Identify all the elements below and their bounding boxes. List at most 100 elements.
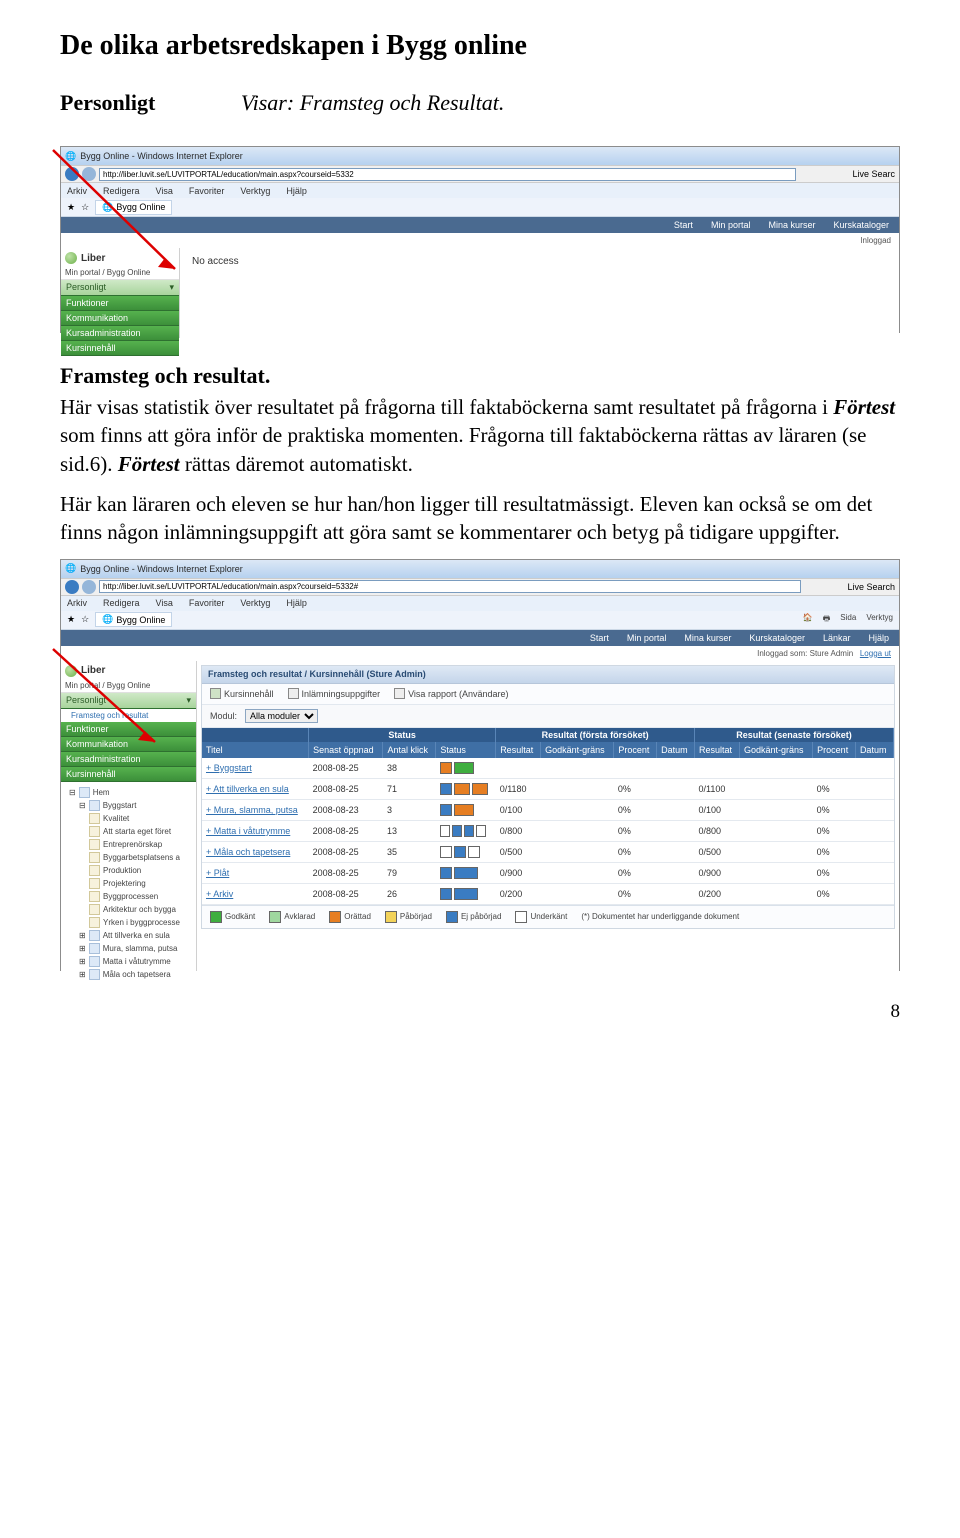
col-procent2[interactable]: Procent [813,742,856,758]
cell[interactable]: + Matta i våtutrymme [202,820,309,841]
cell [614,758,657,779]
cell [739,758,812,779]
menu-favoriter[interactable]: Favoriter [189,598,225,608]
star-icon[interactable]: ★ [67,614,75,625]
menu-favoriter[interactable]: Favoriter [189,186,225,196]
logout-link[interactable]: Logga ut [860,649,891,658]
status-cell [436,841,496,862]
cell [657,841,695,862]
tree-item[interactable]: Arkitektur och bygga [65,903,192,916]
tree-item[interactable]: ⊞Måla och tapetsera [65,968,192,981]
tree-item[interactable]: Byggarbetsplatsens a [65,851,192,864]
tab-start[interactable]: Start [674,220,693,230]
cell: 0% [614,883,657,904]
col-resultat1[interactable]: Resultat [496,742,541,758]
address-input[interactable] [99,168,796,181]
nav-forward-icon[interactable] [82,580,96,594]
cell: 35 [383,841,436,862]
section-title-framsteg: Framsteg och resultat. [60,363,900,389]
tab-bygg-online[interactable]: 🌐 Bygg Online [95,612,172,627]
nav-back-icon[interactable] [65,580,79,594]
subtab-inlamning[interactable]: Inlämningsuppgifter [288,688,381,699]
tree-item[interactable]: Att starta eget föret [65,825,192,838]
menu-redigera[interactable]: Redigera [103,598,140,608]
tab-start[interactable]: Start [590,633,609,643]
sidebar-personligt[interactable]: Personligt ▾ [61,280,179,296]
menu-verktyg[interactable]: Verktyg [240,186,270,196]
tree-item[interactable]: ⊞Att tillverka en sula [65,929,192,942]
menu-arkiv[interactable]: Arkiv [67,598,87,608]
col-godkant2[interactable]: Godkänt-gräns [739,742,812,758]
col-klick[interactable]: Antal klick [383,742,436,758]
cell: 0/900 [496,862,541,883]
menu-verktyg[interactable]: Verktyg [240,598,270,608]
cell [855,841,893,862]
tree-item[interactable]: ⊟Byggstart [65,799,192,812]
course-tree: ⊟Hem ⊟Byggstart Kvalitet Att starta eget… [61,782,196,985]
cell: 0/100 [496,799,541,820]
tab-mina-kurser[interactable]: Mina kurser [684,633,731,643]
tab-lankar[interactable]: Länkar [823,633,851,643]
tab-mina-kurser[interactable]: Mina kurser [768,220,815,230]
address-input[interactable] [99,580,801,593]
tree-item[interactable]: Entreprenörskap [65,838,192,851]
tool-verktyg[interactable]: Verktyg [866,613,893,627]
tab-min-portal[interactable]: Min portal [627,633,667,643]
legend-item: Avklarad [269,911,315,923]
tree-root[interactable]: ⊟Hem [65,786,192,799]
tab-hjalp[interactable]: Hjälp [868,633,889,643]
chevron-down-icon: ▾ [169,282,174,293]
cell[interactable]: + Att tillverka en sula [202,778,309,799]
col-datum2[interactable]: Datum [855,742,893,758]
subtab-kursinnehall[interactable]: Kursinnehåll [210,688,274,699]
cell[interactable]: + Byggstart [202,758,309,779]
col-senast[interactable]: Senast öppnad [309,742,383,758]
sidebar-kommunikation[interactable]: Kommunikation [61,311,179,326]
col-datum1[interactable]: Datum [657,742,695,758]
col-status[interactable]: Status [436,742,496,758]
menu-visa[interactable]: Visa [156,598,173,608]
menu-hjalp[interactable]: Hjälp [286,598,307,608]
window-titlebar: 🌐 Bygg Online - Windows Internet Explore… [61,560,899,578]
tab-kurskataloger[interactable]: Kurskataloger [833,220,889,230]
tab-kurskataloger[interactable]: Kurskataloger [749,633,805,643]
screenshot-2: 🌐 Bygg Online - Windows Internet Explore… [60,559,900,971]
cell[interactable]: + Plåt [202,862,309,883]
tree-item[interactable]: Byggprocessen [65,890,192,903]
sidebar-kursinnehall[interactable]: Kursinnehåll [61,341,179,356]
col-godkant1[interactable]: Godkänt-gräns [541,742,614,758]
status-cell [436,778,496,799]
cell: 38 [383,758,436,779]
cell: 0% [614,778,657,799]
login-status-row: Inloggad som: Sture Admin Logga ut [61,646,899,661]
col-procent1[interactable]: Procent [614,742,657,758]
module-select[interactable]: Alla moduler [245,709,318,723]
sidebar-kursadministration[interactable]: Kursadministration [61,326,179,341]
col-titel[interactable]: Titel [202,742,309,758]
tree-item[interactable]: Produktion [65,864,192,877]
col-resultat2[interactable]: Resultat [695,742,740,758]
tool-sida[interactable]: Sida [840,613,856,627]
star-outline-icon[interactable]: ☆ [81,614,89,625]
tree-item[interactable]: Yrken i byggprocesse [65,916,192,929]
cell: 0% [813,841,856,862]
sidebar-kursinnehall[interactable]: Kursinnehåll [61,767,196,782]
tree-item[interactable]: Kvalitet [65,812,192,825]
cell: 2008-08-25 [309,883,383,904]
sidebar-kursadministration[interactable]: Kursadministration [61,752,196,767]
cell[interactable]: + Mura, slamma, putsa [202,799,309,820]
tree-item[interactable]: Projektering [65,877,192,890]
cell [739,778,812,799]
cell: 2008-08-25 [309,758,383,779]
subtab-visa-rapport[interactable]: Visa rapport (Användare) [394,688,508,699]
print-icon[interactable]: 🖶 [823,613,831,627]
cell: 26 [383,883,436,904]
menu-hjalp[interactable]: Hjälp [286,186,307,196]
sidebar-funktioner[interactable]: Funktioner [61,296,179,311]
tree-item[interactable]: ⊞Matta i våtutrymme [65,955,192,968]
tree-item[interactable]: ⊞Mura, slamma, putsa [65,942,192,955]
cell[interactable]: + Arkiv [202,883,309,904]
cell[interactable]: + Måla och tapetsera [202,841,309,862]
home-icon[interactable]: 🏠 [803,613,813,627]
tab-min-portal[interactable]: Min portal [711,220,751,230]
